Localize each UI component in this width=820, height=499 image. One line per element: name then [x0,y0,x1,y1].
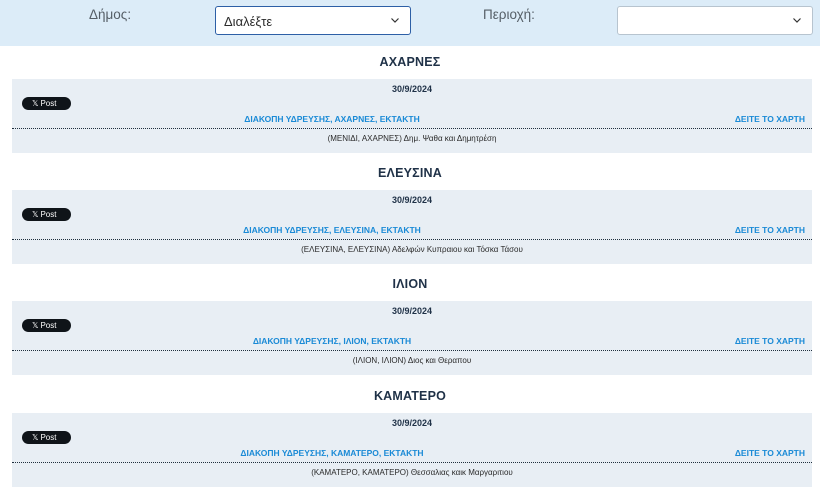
section-title: ΑΧΑΡΝΕΣ [379,55,441,69]
outage-description: (ΚΑΜΑΤΕΡΟ, ΚΑΜΑΤΕΡΟ) Θεσσαλιας καικ Μαργ… [311,468,513,477]
x-post-button[interactable]: 𝕏 Post [22,208,71,221]
dimos-select-value: Διαλέξτε [224,14,273,29]
outage-date: 30/9/2024 [391,418,433,428]
x-post-label: Post [40,433,57,442]
dotted-divider [12,462,812,463]
section-title: ΕΛΕΥΣΙΝΑ [378,166,442,180]
perioxi-label: Περιοχή: [483,7,535,22]
outage-date: 30/9/2024 [391,306,433,316]
dotted-divider [12,350,812,351]
outage-description: (ΜΕΝΙΔΙ, ΑΧΑΡΝΕΣ) Δημ. Ψαθα και Δημητρέσ… [327,134,497,143]
x-post-button[interactable]: 𝕏 Post [22,97,71,110]
dotted-divider [12,128,812,129]
x-post-label: Post [40,99,57,108]
outage-link[interactable]: ΔΙΑΚΟΠΗ ΥΔΡΕΥΣΗΣ, ΚΑΜΑΤΕΡΟ, ΕΚΤΑΚΤΗ [12,448,652,458]
x-logo-icon: 𝕏 [32,433,39,442]
filter-bar: Δήμος: Διαλέξτε Περιοχή: [0,0,820,46]
outage-card: 30/9/2024 𝕏 Post ΔΙΑΚΟΠΗ ΥΔΡΕΥΣΗΣ, ΑΧΑΡΝΕ… [12,79,812,153]
chevron-down-icon [391,18,399,23]
dotted-divider [12,239,812,240]
perioxi-select[interactable] [617,6,813,35]
chevron-down-icon [793,18,801,23]
map-link[interactable]: ΔΕΙΤΕ ΤΟ ΧΑΡΤΗ [735,448,805,458]
x-post-label: Post [40,321,57,330]
outage-link[interactable]: ΔΙΑΚΟΠΗ ΥΔΡΕΥΣΗΣ, ΙΛΙΟΝ, ΕΚΤΑΚΤΗ [12,336,652,346]
outage-card: 30/9/2024 𝕏 Post ΔΙΑΚΟΠΗ ΥΔΡΕΥΣΗΣ, ΕΛΕΥΣΙ… [12,190,812,264]
outage-description: (ΙΛΙΟΝ, ΙΛΙΟΝ) Διος και Θεραπου [352,356,472,365]
outage-link[interactable]: ΔΙΑΚΟΠΗ ΥΔΡΕΥΣΗΣ, ΕΛΕΥΣΙΝΑ, ΕΚΤΑΚΤΗ [12,225,652,235]
outage-date: 30/9/2024 [391,195,433,205]
outage-card: 30/9/2024 𝕏 Post ΔΙΑΚΟΠΗ ΥΔΡΕΥΣΗΣ, ΙΛΙΟΝ,… [12,301,812,375]
x-logo-icon: 𝕏 [32,321,39,330]
x-logo-icon: 𝕏 [32,99,39,108]
dimos-select[interactable]: Διαλέξτε [215,6,411,35]
outage-date: 30/9/2024 [391,84,433,94]
outage-card: 30/9/2024 𝕏 Post ΔΙΑΚΟΠΗ ΥΔΡΕΥΣΗΣ, ΚΑΜΑΤΕ… [12,413,812,487]
outage-link[interactable]: ΔΙΑΚΟΠΗ ΥΔΡΕΥΣΗΣ, ΑΧΑΡΝΕΣ, ΕΚΤΑΚΤΗ [12,114,652,124]
section-title: ΙΛΙΟΝ [392,277,428,291]
map-link[interactable]: ΔΕΙΤΕ ΤΟ ΧΑΡΤΗ [735,336,805,346]
map-link[interactable]: ΔΕΙΤΕ ΤΟ ΧΑΡΤΗ [735,225,805,235]
x-logo-icon: 𝕏 [32,210,39,219]
outage-description: (ΕΛΕΥΣΙΝΑ, ΕΛΕΥΣΙΝΑ) Αδελφών Κυπραιου κα… [301,245,523,254]
map-link[interactable]: ΔΕΙΤΕ ΤΟ ΧΑΡΤΗ [735,114,805,124]
section-title: ΚΑΜΑΤΕΡΟ [373,389,447,403]
x-post-button[interactable]: 𝕏 Post [22,319,71,332]
x-post-button[interactable]: 𝕏 Post [22,431,71,444]
x-post-label: Post [40,210,57,219]
dimos-label: Δήμος: [89,7,132,22]
